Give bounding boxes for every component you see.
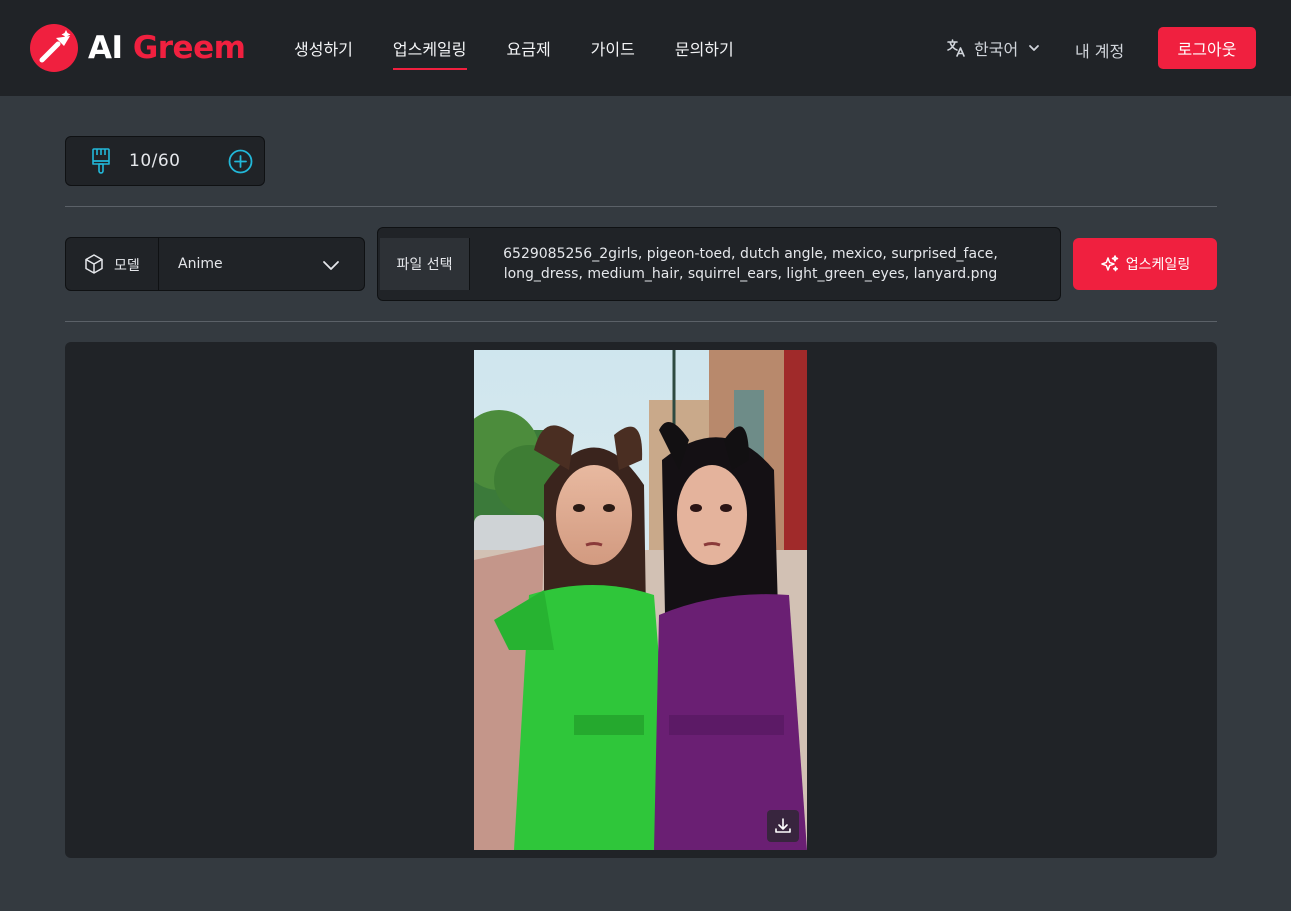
chevron-down-icon [323,261,339,270]
file-name: 6529085256_2girls, pigeon-toed, dutch an… [488,244,1013,284]
language-label: 한국어 [974,40,1019,59]
nav-upscale[interactable]: 업스케일링 [392,36,467,70]
model-select[interactable]: 모델 Anime [65,237,365,291]
divider [158,238,159,290]
upscale-label: 업스케일링 [1125,257,1191,273]
nav-pricing[interactable]: 요금제 [507,36,551,70]
main-nav: 생성하기 업스케일링 요금제 가이드 문의하기 [294,36,734,70]
nav-guide[interactable]: 가이드 [591,36,635,70]
plus-circle-icon[interactable] [228,149,253,174]
nav-create[interactable]: 생성하기 [294,36,353,70]
file-select-button[interactable]: 파일 선택 [380,238,470,290]
download-icon [775,818,791,833]
file-name-line: 6529085256_2girls, pigeon-toed, dutch an… [503,246,998,262]
divider [65,321,1217,322]
language-selector[interactable]: 한국어 [946,36,1040,60]
upscale-button[interactable]: 업스케일링 [1073,238,1217,290]
top-navbar: AI Greem 생성하기 업스케일링 요금제 가이드 문의하기 한국어 내 계… [0,0,1291,96]
nav-contact[interactable]: 문의하기 [675,36,734,70]
model-selected-value: Anime [178,256,223,272]
brush-icon [92,148,110,174]
sparkles-icon [1101,255,1119,272]
chevron-down-icon [1029,45,1040,51]
brand-name: AI Greem [88,30,246,66]
model-label: 모델 [114,258,140,274]
logo-icon [30,24,78,72]
preview-panel [65,342,1217,858]
divider [65,206,1217,207]
result-image [474,350,807,850]
my-account-link[interactable]: 내 계정 [1075,38,1124,62]
cube-icon [85,254,103,274]
credits-counter: 10/60 [65,136,265,186]
credits-value: 10/60 [129,151,181,171]
logout-button[interactable]: 로그아웃 [1158,27,1256,69]
translate-icon [947,39,965,57]
file-input[interactable]: 파일 선택 6529085256_2girls, pigeon-toed, du… [377,227,1061,301]
download-button[interactable] [767,810,799,842]
file-name-line: long_dress, medium_hair, squirrel_ears, … [503,266,998,282]
brand-logo[interactable]: AI Greem [30,24,246,72]
